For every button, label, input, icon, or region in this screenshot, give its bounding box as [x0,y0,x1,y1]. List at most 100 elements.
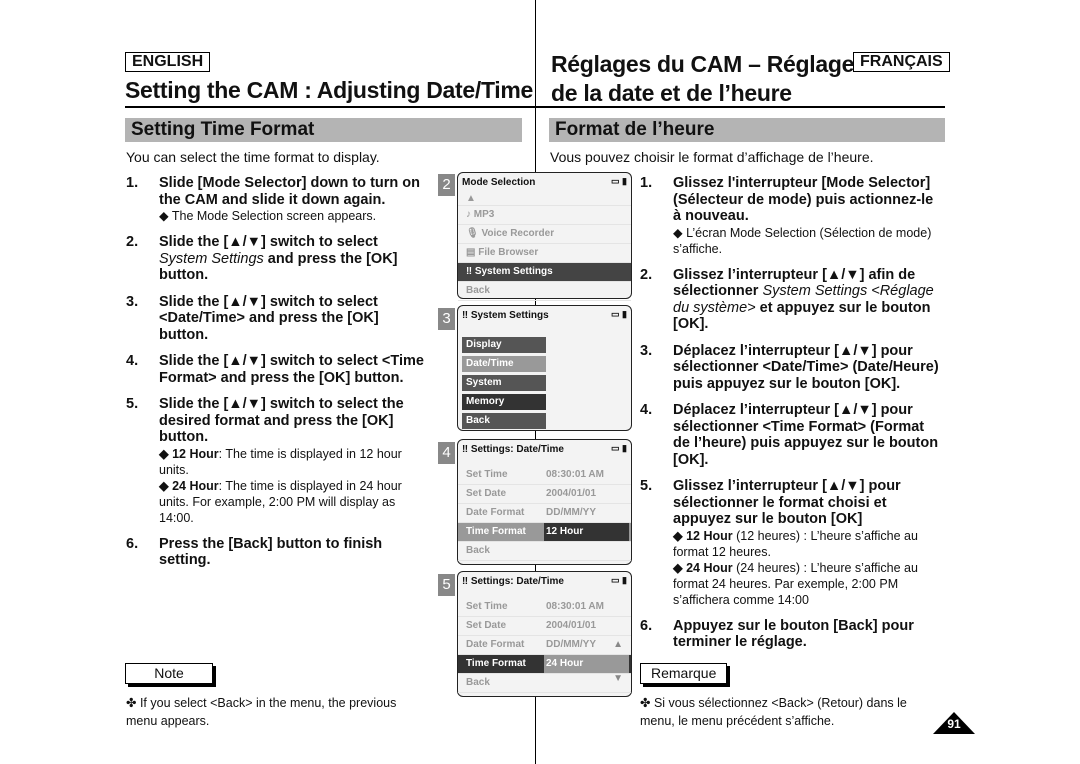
note-text-fr: ✤ Si vous sélectionnez <Back> (Retour) d… [640,696,907,728]
setting-row: Back [458,542,631,561]
step: 6. Press the [Back] button to finish sett… [126,536,426,569]
setting-row: Set Date 2004/01/01 [458,617,631,636]
menu-label: MP3 [473,209,495,220]
section-title-en: Setting Time Format [125,118,522,142]
setting-label: Set Time [466,601,508,612]
sub-label: ◆ 24 Hour [159,478,219,493]
setting-row-selected: Time Format 24 Hour [458,655,631,674]
title-fr-2: de la date et de l’heure [551,80,792,106]
screen-header: ‼ Settings: Date/Time ▭ ▮ [462,443,627,455]
step-sub: ◆ 24 Hour (24 heures) : L’heure s’affich… [673,560,945,608]
screen-number: 2 [438,174,455,196]
battery-icon: ▭ ▮ [611,176,627,186]
step: 4. Déplacez l’interrupteur [▲/▼] pour sél… [640,402,945,468]
step-text: Glissez l'interrupteur [Mode Selector] (… [673,175,934,224]
setting-value: 08:30:01 AM [546,469,604,480]
scroll-down-icon: ▼ [613,673,623,684]
sub-label: ◆ 24 Hour [673,560,733,575]
step: 5. Glissez l’interrupteur [▲/▼] pour séle… [640,478,945,528]
step-text: Appuyez sur le bouton [Back] pour termin… [673,617,914,651]
step-sub: ◆ The Mode Selection screen appears. [159,209,377,223]
lang-francais: FRANÇAIS [853,52,950,72]
step-text: Déplacez l’interrupteur [▲/▼] pour sélec… [673,402,939,468]
step: 2. Slide the [▲/▼] switch to select Syste… [126,234,426,284]
step: 3. Slide the [▲/▼] switch to select <Date… [126,294,426,344]
scroll-up-icon: ▲ [458,193,631,206]
setting-label: Date Format [466,507,525,518]
step-number: 4. [126,353,139,369]
step-text: Slide the [▲/▼] switch to select the des… [159,396,404,445]
intro-fr: Vous pouvez choisir le format d’affichag… [550,149,874,165]
title-fr-1: Réglages du CAM – Réglage [551,51,855,77]
setting-value: DD/MM/YY [546,639,596,650]
step-number: 6. [126,535,139,552]
screen-header: ‼ Settings: Date/Time ▭ ▮ [462,575,627,587]
menu-item: Display [462,337,546,353]
setting-label: Set Time [466,469,508,480]
screen-date-time-24h: ‼ Settings: Date/Time ▭ ▮ Set Time 08:30:0… [457,571,632,697]
step-number: 3. [640,342,653,359]
menu-label: Back [466,285,490,296]
step-text: Slide the [▲/▼] switch to select <Time F… [159,353,424,386]
setting-value: 2004/01/01 [546,620,597,631]
page-number: 91 [947,717,961,731]
screen-number: 5 [438,574,455,596]
step-number: 5. [640,478,653,494]
menu-item: Back [458,282,631,301]
battery-icon: ▭ ▮ [611,443,627,453]
step-italic: System Settings [159,250,264,267]
step-number: 6. [640,617,653,634]
steps-fr: 1. Glissez l'interrupteur [Mode Selector]… [640,175,945,651]
menu-item: Memory [462,394,546,410]
setting-label: Date Format [466,639,525,650]
step-number: 1. [640,175,653,191]
setting-label: Back [466,677,490,688]
screen-title: System Settings [470,310,549,321]
setting-row: Set Date 2004/01/01 [458,485,631,504]
step-number: 3. [126,293,139,310]
screen-date-time-12h: ‼ Settings: Date/Time ▭ ▮ Set Time 08:30:0… [457,439,632,565]
setting-label: Set Date [466,488,507,499]
scroll-up-icon: ▲ [613,639,623,650]
step-number: 4. [640,402,653,418]
battery-icon: ▭ ▮ [611,309,627,319]
step: 4. Slide the [▲/▼] switch to select <Time… [126,353,426,386]
sub-label: ◆ 12 Hour [673,528,733,543]
step-text: Glissez l’interrupteur [▲/▼] pour sélect… [673,478,901,527]
step-number: 2. [126,234,139,250]
step-number: 2. [640,266,653,283]
note-label-fr: Remarque [640,663,728,684]
setting-row-selected: Time Format 12 Hour [458,523,631,542]
setting-label: Time Format [466,658,526,669]
screen-title: Mode Selection [462,177,536,188]
note-text-en: ✤ If you select <Back> in the menu, the … [126,696,397,728]
menu-label: Voice Recorder [481,228,555,239]
setting-row: Date Format DD/MM/YY ▲ [458,636,631,655]
title-rule [125,106,945,108]
screen-header: Mode Selection ▭ ▮ [458,173,631,193]
menu-item: System [462,375,546,391]
step-text: Slide the [▲/▼] switch to select <Date/T… [159,293,379,343]
setting-value: 12 Hour [544,523,629,541]
menu-item: ▤ File Browser [458,244,631,263]
screen-system-settings: ‼ System Settings ▭ ▮ Display Date/Time S… [457,305,632,431]
section-title-fr: Format de l’heure [549,118,945,142]
sub-label: ◆ 12 Hour [159,446,219,461]
setting-value: 08:30:01 AM [546,601,604,612]
intro-en: You can select the time format to displa… [126,149,380,165]
step-text: Slide the [▲/▼] switch to select [159,234,378,250]
menu-item: ♪ MP3 [458,206,631,225]
battery-icon: ▭ ▮ [611,575,627,585]
step-sub: ◆ L’écran Mode Selection (Sélection de m… [673,225,932,256]
setting-row: Set Time 08:30:01 AM [458,466,631,485]
step-text: Press the [Back] button to finish settin… [159,535,383,569]
menu-item: Back [462,413,546,429]
screen-title: Settings: Date/Time [470,576,564,587]
step-number: 1. [126,175,139,191]
step: 3. Déplacez l’interrupteur [▲/▼] pour sél… [640,343,945,393]
screen-title: Settings: Date/Time [470,444,564,455]
note-label-en: Note [125,663,213,684]
setting-row: Back ▼ [458,673,631,693]
setting-label: Back [466,545,490,556]
steps-en: 1. Slide [Mode Selector] down to turn on … [126,175,426,569]
